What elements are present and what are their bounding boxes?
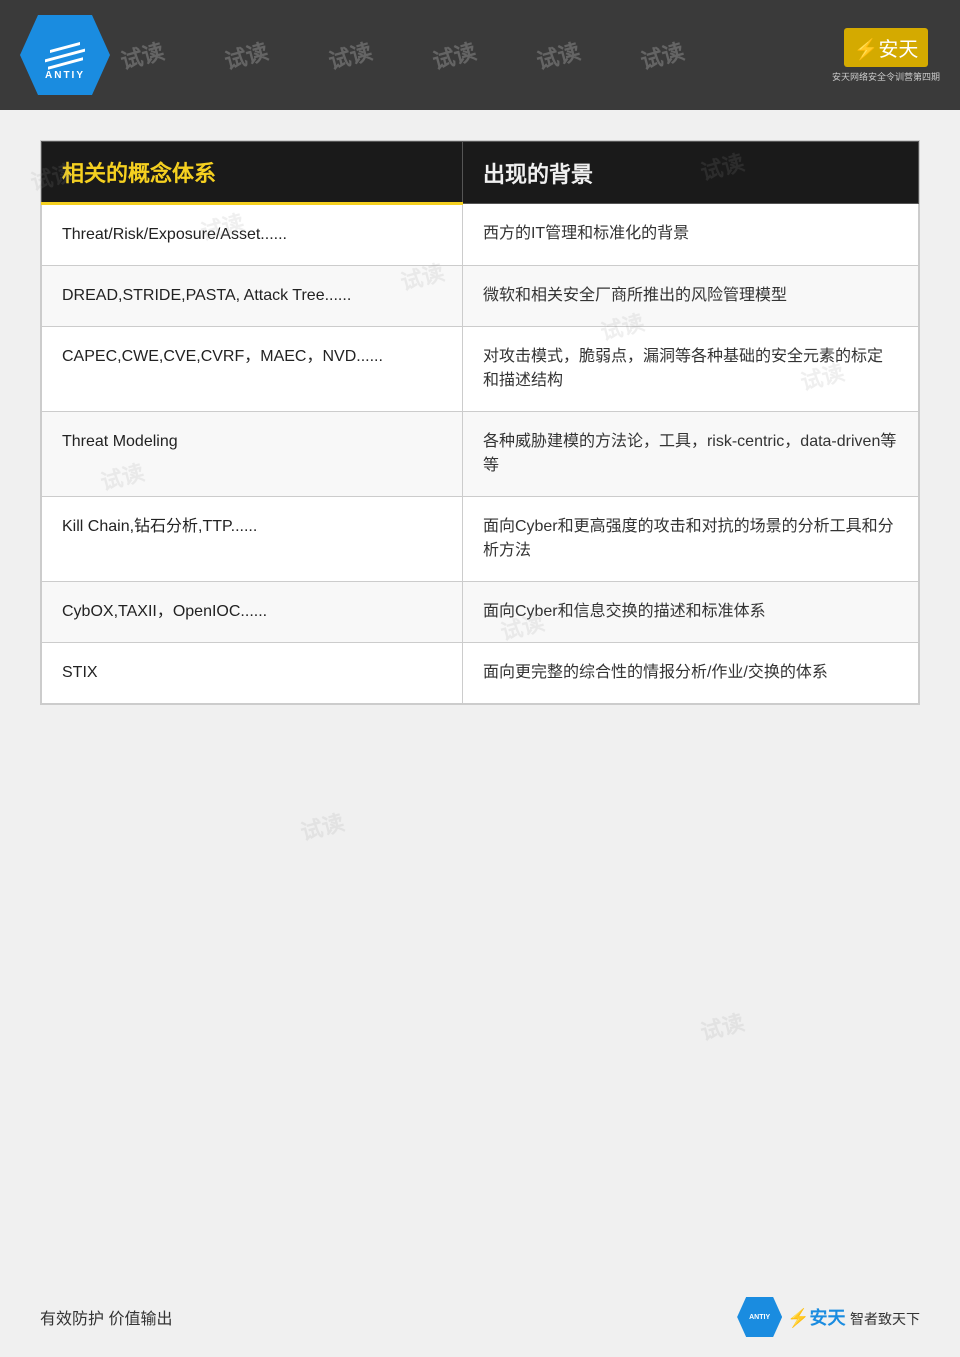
table-cell-left: Threat Modeling [42,412,463,497]
right-logo-subtitle: 安天网络安全令训营第四期 [832,70,940,83]
table-cell-right: 面向更完整的综合性的情报分析/作业/交换的体系 [462,643,918,704]
table-cell-right: 面向Cyber和更高强度的攻击和对抗的场景的分析工具和分析方法 [462,497,918,582]
wm-4: 试读 [429,34,480,76]
table-cell-right: 对攻击模式，脆弱点，漏洞等各种基础的安全元素的标定和描述结构 [462,327,918,412]
table-row: Kill Chain,钻石分析,TTP......面向Cyber和更高强度的攻击… [42,497,919,582]
wm-3: 试读 [325,34,376,76]
wm-5: 试读 [533,34,584,76]
table-cell-left: STIX [42,643,463,704]
footer-logo-slogan: 智者致天下 [850,1311,920,1327]
table-cell-right: 各种威胁建模的方法论，工具，risk-centric，data-driven等等 [462,412,918,497]
content-table: 相关的概念体系 出现的背景 Threat/Risk/Exposure/Asset… [41,141,919,704]
watermark-group: 试读 试读 试读 试读 试读 试读 [0,39,960,71]
right-logo-icon: ⚡安天 [854,39,919,61]
header: ANTIY 试读 试读 试读 试读 试读 试读 ⚡安天 安天网络安全令训营第四期 [0,0,960,110]
table-cell-left: CybOX,TAXII，OpenIOC...... [42,582,463,643]
footer-logo-text-group: ⚡安天 智者致天下 [787,1304,920,1330]
table-header-row: 相关的概念体系 出现的背景 [42,142,919,204]
table-cell-right: 西方的IT管理和标准化的背景 [462,204,918,266]
table-body: Threat/Risk/Exposure/Asset......西方的IT管理和… [42,204,919,704]
table-row: DREAD,STRIDE,PASTA, Attack Tree......微软和… [42,266,919,327]
footer: 有效防护 价值输出 ANTIY ⚡安天 智者致天下 [40,1297,920,1337]
right-logo-box: ⚡安天 [844,28,929,67]
table-row: Threat Modeling各种威胁建模的方法论，工具，risk-centri… [42,412,919,497]
footer-logo-icon: ANTIY [737,1297,782,1337]
header-right-logo: ⚡安天 安天网络安全令训营第四期 [832,28,940,83]
footer-logo-antiy: ANTIY [749,1314,770,1321]
wm-6: 试读 [637,34,688,76]
col1-header: 相关的概念体系 [42,142,463,204]
body-wm-9: 试读 [697,1005,748,1047]
col2-header: 出现的背景 [462,142,918,204]
table-row: CAPEC,CWE,CVE,CVRF，MAEC，NVD......对攻击模式，脆… [42,327,919,412]
table-cell-right: 面向Cyber和信息交换的描述和标准体系 [462,582,918,643]
table-cell-left: Threat/Risk/Exposure/Asset...... [42,204,463,266]
table-row: CybOX,TAXII，OpenIOC......面向Cyber和信息交换的描述… [42,582,919,643]
body-wm-8: 试读 [297,805,348,847]
table-cell-left: CAPEC,CWE,CVE,CVRF，MAEC，NVD...... [42,327,463,412]
wm-2: 试读 [221,34,272,76]
table-cell-left: DREAD,STRIDE,PASTA, Attack Tree...... [42,266,463,327]
header-watermarks: 试读 试读 试读 试读 试读 试读 [0,0,960,110]
main-content: 相关的概念体系 出现的背景 Threat/Risk/Exposure/Asset… [40,140,920,705]
table-cell-right: 微软和相关安全厂商所推出的风险管理模型 [462,266,918,327]
table-row: STIX面向更完整的综合性的情报分析/作业/交换的体系 [42,643,919,704]
table-cell-left: Kill Chain,钻石分析,TTP...... [42,497,463,582]
table-row: Threat/Risk/Exposure/Asset......西方的IT管理和… [42,204,919,266]
antiy-logo: ANTIY [20,15,110,95]
antiy-label: ANTIY [45,70,85,81]
footer-logo-brand: ⚡安天 [787,1308,845,1328]
footer-logo: ANTIY ⚡安天 智者致天下 [737,1297,920,1337]
footer-tagline: 有效防护 价值输出 [40,1305,172,1329]
wm-1: 试读 [117,34,168,76]
